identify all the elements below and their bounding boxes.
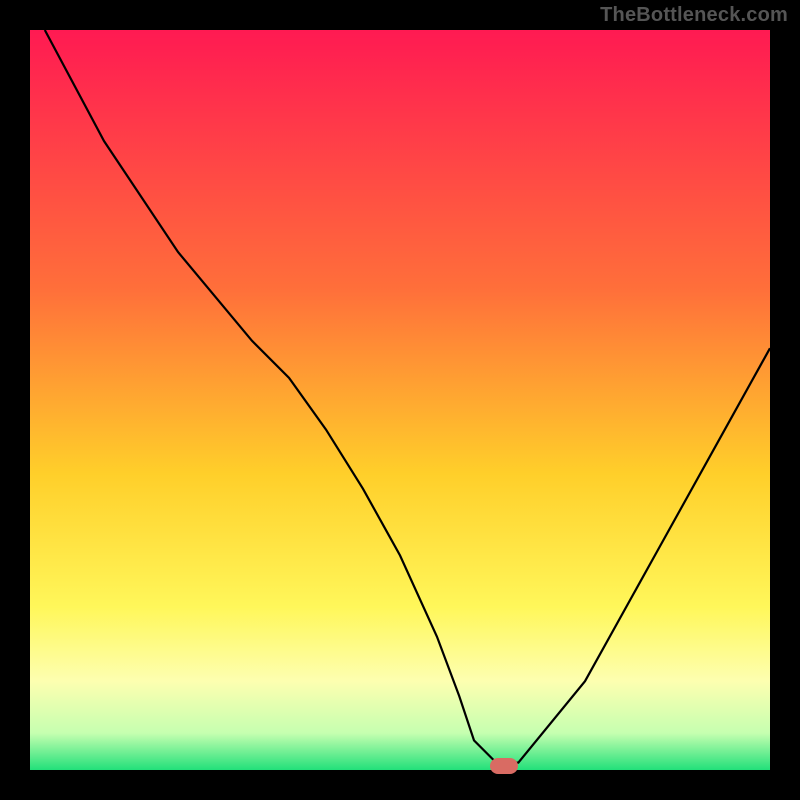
plot-area (30, 30, 770, 770)
gradient-background (30, 30, 770, 770)
chart-frame: TheBottleneck.com (0, 0, 800, 800)
watermark-text: TheBottleneck.com (600, 4, 788, 27)
plot-svg (30, 30, 770, 770)
optimal-marker (490, 758, 518, 774)
